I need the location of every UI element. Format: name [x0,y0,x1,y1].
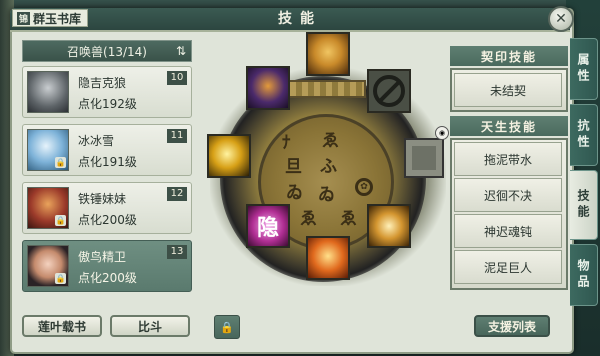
lion-skill-icon[interactable] [306,32,350,76]
innate-skill-item[interactable]: 神迟魂钝 [454,214,562,248]
pet-card[interactable]: 隐吉克狼 点化192级 10 [22,66,192,118]
pet-card-selected[interactable]: 🔒 傲鸟精卫 点化200级 13 [22,240,192,292]
rune-glyph: ふ [320,157,337,177]
forbidden-icon [373,75,405,107]
ornament-band [282,80,366,98]
library-badge[interactable]: 锦 群玉书库 [12,9,88,27]
innate-skill-item[interactable]: 泥足巨人 [454,250,562,284]
rune-glyph: 旦 [285,157,302,177]
close-button[interactable]: ✕ [548,6,574,32]
rune-glyph: ゐ [286,183,303,203]
compare-button[interactable]: 比斗 [110,315,190,337]
contract-skill-header: 契印技能 [450,46,568,66]
tab-items[interactable]: 物品 [570,244,598,306]
lock-icon: 🔒 [55,273,66,284]
eye-icon[interactable]: ◉ [435,126,449,140]
pet-rank-badge: 12 [167,187,187,201]
swirl-skill-icon[interactable] [367,204,411,248]
pet-name: 铁锤妹妹 [78,192,127,206]
rune-glyph: ゑ [300,209,317,229]
flower-wheel-icon: ✿ [355,178,373,196]
sort-icon[interactable]: ⇅ [172,42,190,60]
pet-level: 点化200级 [78,213,137,227]
fire-skill-icon[interactable] [306,236,350,280]
library-name: 群玉书库 [33,11,82,26]
pet-card[interactable]: 🔒 铁锤妹妹 点化200级 12 [22,182,192,234]
lock-icon: 🔒 [55,215,66,226]
library-logo-icon: 锦 [17,11,31,25]
lightning-skill-icon[interactable] [207,134,251,178]
pet-list-header[interactable]: 召唤兽(13/14) [22,40,192,62]
pet-rank-badge: 10 [167,71,187,85]
pet-level: 点化200级 [78,271,137,285]
innate-skill-item[interactable]: 迟徊不决 [454,178,562,212]
innate-skill-item[interactable]: 拖泥带水 [454,142,562,176]
seal-skill-icon[interactable]: 隐 [246,204,290,248]
pet-level: 点化192级 [78,97,137,111]
rune-glyph: ゑ [322,131,339,151]
pet-rank-badge: 13 [167,245,187,259]
contract-skill-value[interactable]: 未结契 [454,73,562,107]
empty-skill-slot[interactable] [404,138,444,178]
assist-list-button[interactable]: 支援列表 [474,315,550,337]
rune-glyph: ゐ [318,185,335,205]
rune-glyph: ゑ [340,209,357,229]
tab-resistance[interactable]: 抗性 [570,104,598,166]
lock-button[interactable]: 🔒 [214,315,240,339]
lock-icon: 🔒 [55,157,66,168]
pet-level: 点化191级 [78,155,137,169]
rune-glyph: ﾅ [282,133,291,153]
tab-attributes[interactable]: 属性 [570,38,598,100]
pet-card[interactable]: 🔒 冰冰雪 点化191级 11 [22,124,192,176]
pet-name: 冰冰雪 [78,134,115,148]
tab-skills[interactable]: 技能 [570,170,598,240]
purple-flame-skill-icon[interactable] [246,66,290,110]
innate-skill-header: 天生技能 [450,116,568,136]
pet-avatar-wolf [27,71,69,113]
panel-title: 技能 [278,11,322,27]
lotus-book-button[interactable]: 莲叶载书 [22,315,102,337]
pet-name: 隐吉克狼 [78,76,127,90]
pet-rank-badge: 11 [167,129,187,143]
pet-name: 傲鸟精卫 [78,250,127,264]
